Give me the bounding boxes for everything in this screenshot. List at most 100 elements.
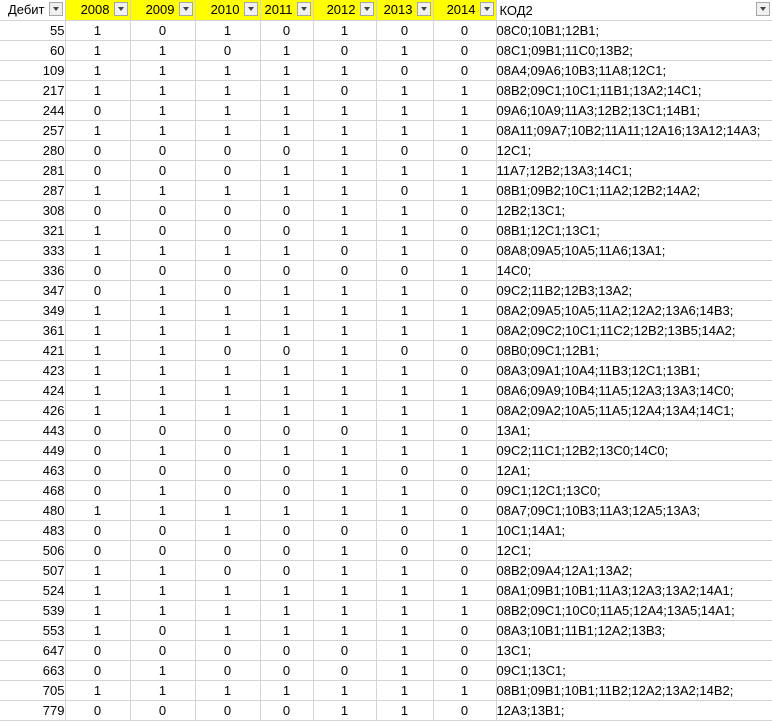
cell-code[interactable]: 08B1;12C1;13C1; (496, 220, 772, 241)
cell-year-2012[interactable]: 1 (313, 680, 377, 701)
cell-year-2010[interactable]: 0 (195, 460, 261, 481)
cell-year-2010[interactable]: 1 (195, 580, 261, 601)
cell-year-2008[interactable]: 1 (65, 80, 131, 101)
cell-year-2011[interactable]: 1 (260, 440, 314, 461)
cell-year-2010[interactable]: 0 (195, 140, 261, 161)
cell-year-2014[interactable]: 1 (433, 400, 497, 421)
cell-year-2012[interactable]: 1 (313, 200, 377, 221)
cell-year-2010[interactable]: 1 (195, 60, 261, 81)
cell-year-2010[interactable]: 0 (195, 200, 261, 221)
header-2008[interactable]: 2008 (65, 0, 131, 21)
header-code[interactable]: КОД2 (496, 0, 772, 21)
cell-year-2008[interactable]: 0 (65, 160, 131, 181)
cell-year-2012[interactable]: 1 (313, 480, 377, 501)
cell-year-2009[interactable]: 1 (130, 320, 196, 341)
cell-year-2011[interactable]: 1 (260, 580, 314, 601)
cell-year-2008[interactable]: 0 (65, 420, 131, 441)
cell-year-2012[interactable]: 1 (313, 220, 377, 241)
cell-year-2013[interactable]: 1 (376, 620, 434, 641)
cell-year-2012[interactable]: 1 (313, 360, 377, 381)
cell-year-2014[interactable]: 1 (433, 300, 497, 321)
cell-code[interactable]: 12B2;13C1; (496, 200, 772, 221)
cell-debit[interactable]: 705 (0, 680, 66, 701)
cell-year-2009[interactable]: 1 (130, 60, 196, 81)
cell-year-2013[interactable]: 1 (376, 680, 434, 701)
cell-year-2008[interactable]: 1 (65, 320, 131, 341)
cell-year-2014[interactable]: 0 (433, 420, 497, 441)
cell-year-2008[interactable]: 1 (65, 300, 131, 321)
cell-year-2010[interactable]: 1 (195, 520, 261, 541)
cell-year-2008[interactable]: 1 (65, 220, 131, 241)
cell-code[interactable]: 08A6;09A9;10B4;11A5;12A3;13A3;14C0; (496, 380, 772, 401)
cell-year-2009[interactable]: 0 (130, 20, 196, 41)
cell-code[interactable]: 08B1;09B1;10B1;11B2;12A2;13A2;14B2; (496, 680, 772, 701)
cell-year-2009[interactable]: 1 (130, 400, 196, 421)
cell-year-2013[interactable]: 1 (376, 660, 434, 681)
cell-year-2013[interactable]: 1 (376, 160, 434, 181)
cell-debit[interactable]: 507 (0, 560, 66, 581)
cell-year-2012[interactable]: 1 (313, 620, 377, 641)
cell-year-2014[interactable]: 0 (433, 660, 497, 681)
cell-year-2012[interactable]: 1 (313, 500, 377, 521)
cell-year-2010[interactable]: 0 (195, 480, 261, 501)
cell-year-2011[interactable]: 1 (260, 80, 314, 101)
cell-year-2012[interactable]: 1 (313, 60, 377, 81)
cell-year-2010[interactable]: 1 (195, 240, 261, 261)
cell-year-2011[interactable]: 1 (260, 360, 314, 381)
cell-year-2013[interactable]: 1 (376, 280, 434, 301)
cell-year-2009[interactable]: 1 (130, 280, 196, 301)
cell-year-2009[interactable]: 0 (130, 620, 196, 641)
cell-year-2012[interactable]: 0 (313, 640, 377, 661)
cell-code[interactable]: 12C1; (496, 540, 772, 561)
cell-year-2010[interactable]: 0 (195, 640, 261, 661)
cell-year-2008[interactable]: 1 (65, 600, 131, 621)
cell-year-2012[interactable]: 1 (313, 160, 377, 181)
cell-year-2010[interactable]: 1 (195, 380, 261, 401)
cell-year-2011[interactable]: 1 (260, 280, 314, 301)
cell-year-2009[interactable]: 1 (130, 440, 196, 461)
cell-code[interactable]: 08C1;09B1;11C0;13B2; (496, 40, 772, 61)
header-2014[interactable]: 2014 (433, 0, 497, 21)
cell-debit[interactable]: 60 (0, 40, 66, 61)
cell-debit[interactable]: 663 (0, 660, 66, 681)
cell-debit[interactable]: 321 (0, 220, 66, 241)
cell-year-2008[interactable]: 1 (65, 380, 131, 401)
cell-code[interactable]: 13A1; (496, 420, 772, 441)
cell-debit[interactable]: 109 (0, 60, 66, 81)
cell-year-2008[interactable]: 0 (65, 480, 131, 501)
cell-year-2009[interactable]: 1 (130, 180, 196, 201)
cell-debit[interactable]: 463 (0, 460, 66, 481)
cell-debit[interactable]: 539 (0, 600, 66, 621)
cell-year-2010[interactable]: 1 (195, 100, 261, 121)
cell-year-2013[interactable]: 1 (376, 600, 434, 621)
cell-year-2008[interactable]: 0 (65, 700, 131, 721)
cell-year-2011[interactable]: 1 (260, 500, 314, 521)
cell-year-2014[interactable]: 0 (433, 640, 497, 661)
cell-year-2010[interactable]: 1 (195, 120, 261, 141)
cell-year-2013[interactable]: 1 (376, 440, 434, 461)
cell-year-2014[interactable]: 0 (433, 240, 497, 261)
cell-year-2012[interactable]: 1 (313, 20, 377, 41)
cell-year-2010[interactable]: 0 (195, 420, 261, 441)
cell-year-2008[interactable]: 0 (65, 640, 131, 661)
cell-year-2013[interactable]: 1 (376, 580, 434, 601)
filter-dropdown-icon[interactable] (113, 2, 128, 16)
cell-year-2010[interactable]: 0 (195, 160, 261, 181)
cell-year-2013[interactable]: 0 (376, 540, 434, 561)
cell-code[interactable]: 09C1;13C1; (496, 660, 772, 681)
cell-year-2014[interactable]: 1 (433, 260, 497, 281)
cell-debit[interactable]: 281 (0, 160, 66, 181)
cell-year-2008[interactable]: 1 (65, 580, 131, 601)
cell-year-2014[interactable]: 0 (433, 700, 497, 721)
cell-year-2014[interactable]: 0 (433, 140, 497, 161)
cell-year-2011[interactable]: 1 (260, 40, 314, 61)
cell-year-2013[interactable]: 1 (376, 400, 434, 421)
cell-year-2011[interactable]: 1 (260, 680, 314, 701)
cell-year-2010[interactable]: 0 (195, 260, 261, 281)
cell-year-2010[interactable]: 0 (195, 440, 261, 461)
cell-year-2014[interactable]: 1 (433, 180, 497, 201)
cell-year-2009[interactable]: 1 (130, 480, 196, 501)
cell-year-2008[interactable]: 0 (65, 280, 131, 301)
cell-code[interactable]: 08A7;09C1;10B3;11A3;12A5;13A3; (496, 500, 772, 521)
cell-year-2011[interactable]: 0 (260, 260, 314, 281)
